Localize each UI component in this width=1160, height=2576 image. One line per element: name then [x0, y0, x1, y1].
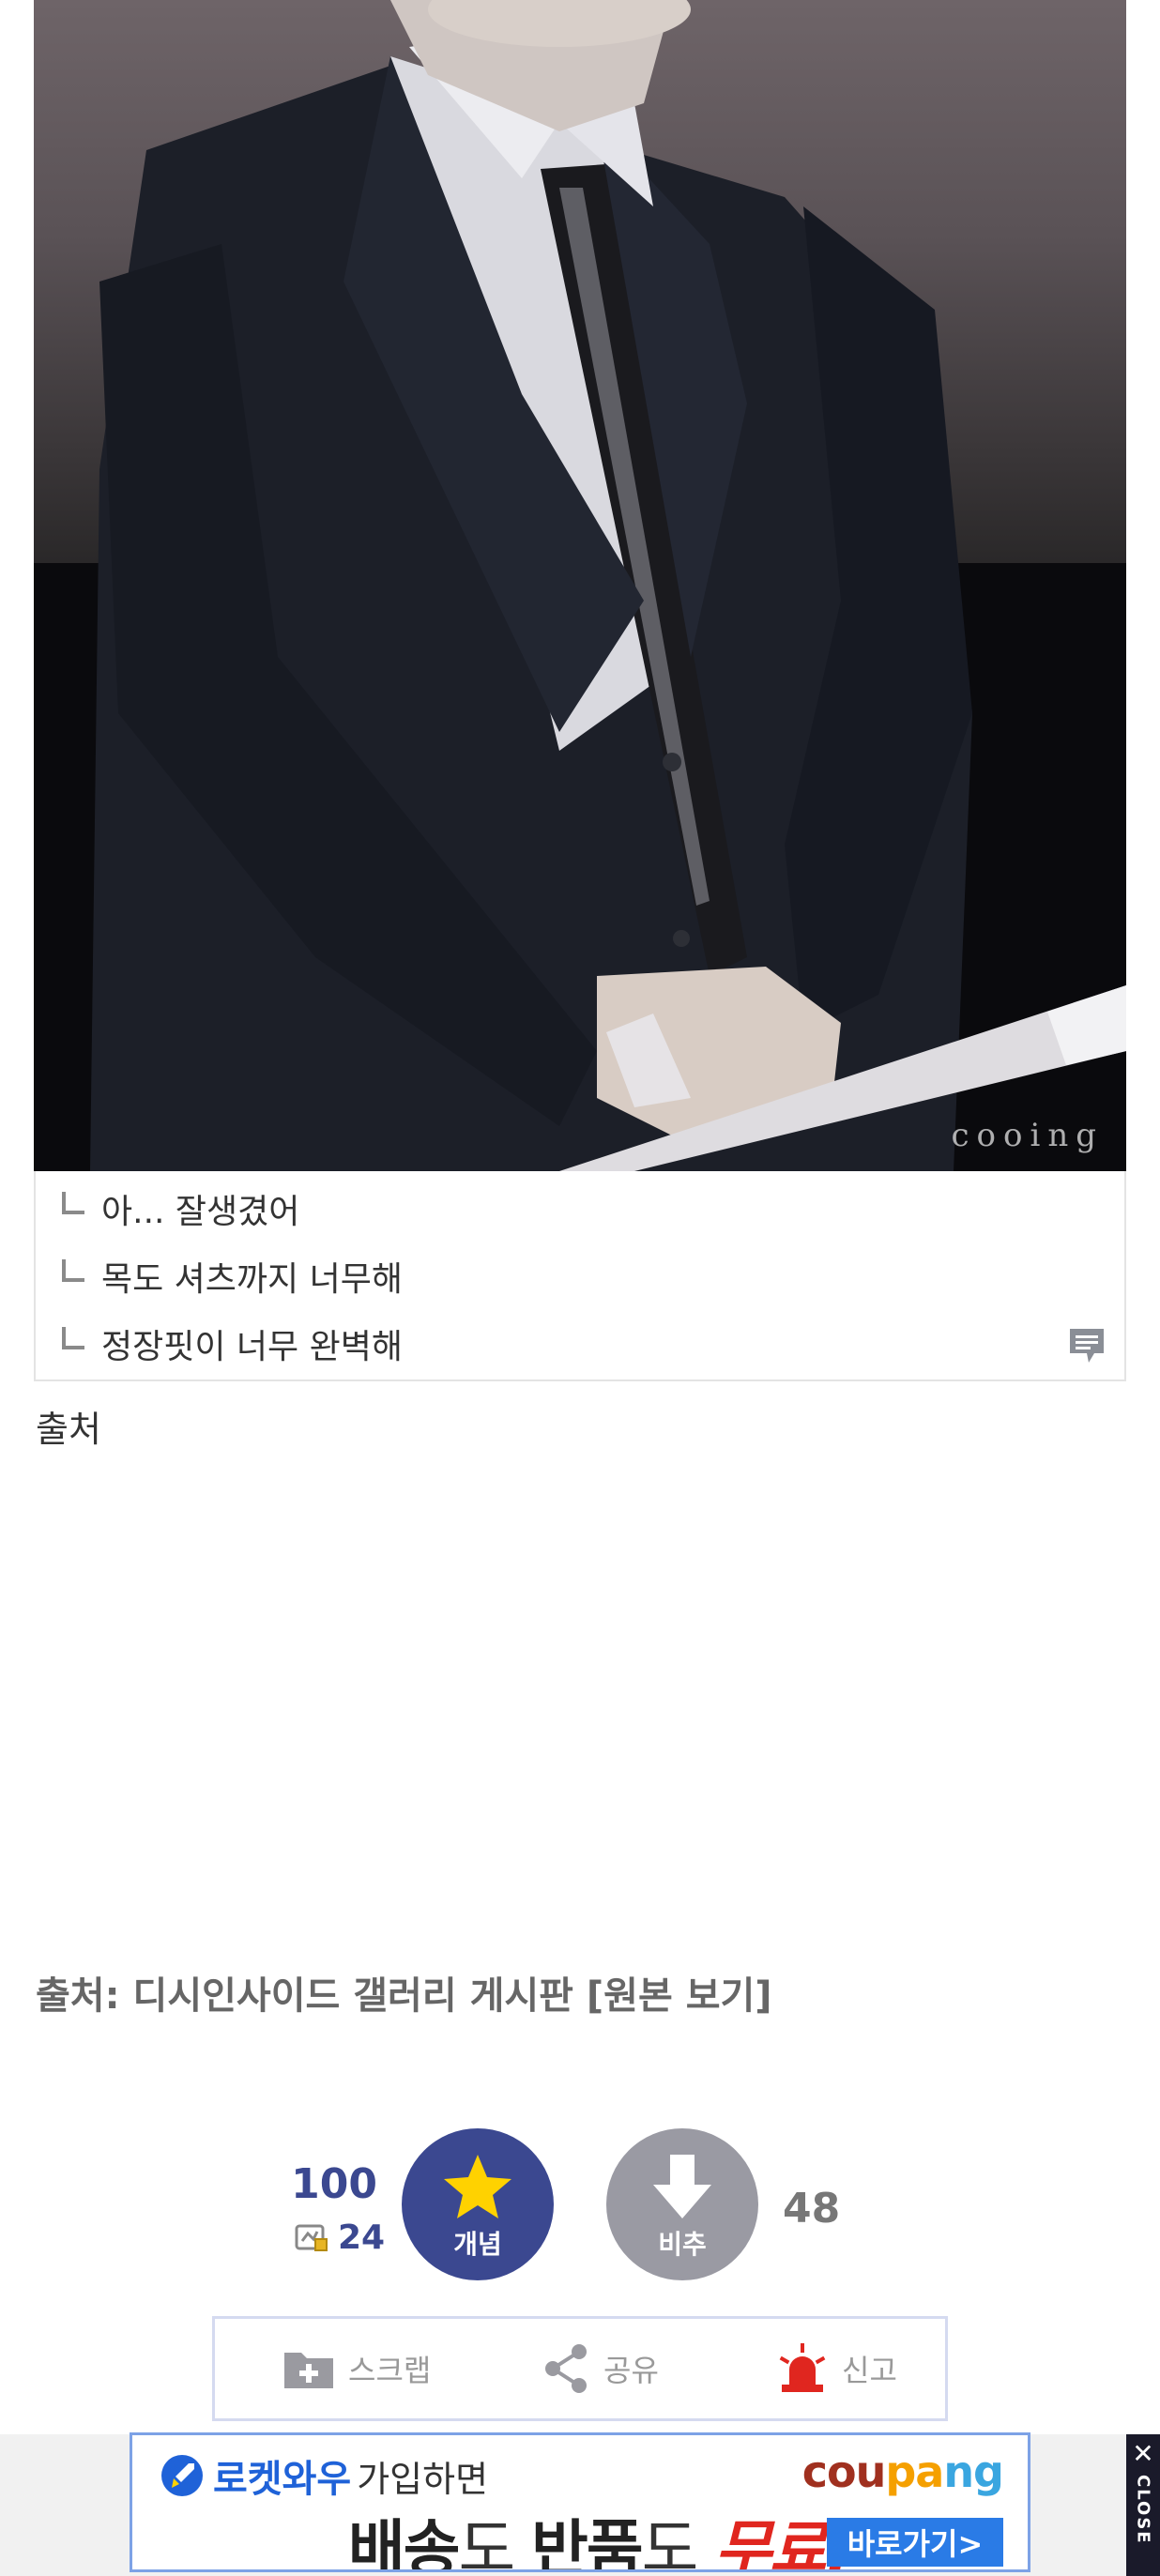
- arrow-down-icon: [653, 2155, 711, 2218]
- ad-brand-part: pa: [885, 2446, 944, 2497]
- suit-figure-illustration: [34, 0, 1126, 1171]
- comment-text: 아... 잘생겼어: [101, 1193, 300, 1231]
- comment-preview[interactable]: 아... 잘생겼어 목도 셔츠까지 너무해 정장핏이 너무 완벽해: [34, 1171, 1126, 1381]
- upvote-button[interactable]: 개념: [402, 2128, 554, 2280]
- fixed-reply-count: 24: [295, 2218, 385, 2257]
- comment-text: 목도 셔츠까지 너무해: [101, 1260, 403, 1299]
- downvote-count: 48: [783, 2185, 841, 2233]
- ad-banner[interactable]: 로켓와우 가입하면 coupang 배송도 반품도 무료! 바로가기>: [130, 2432, 1030, 2572]
- report-button[interactable]: 신고: [776, 2319, 897, 2418]
- ad-main-part: 배송: [348, 2513, 460, 2572]
- ad-main-part: 도: [458, 2513, 532, 2572]
- close-icon: ✕: [1132, 2438, 1154, 2469]
- post-action-bar: 스크랩 공유 신고: [212, 2316, 948, 2421]
- comment-bubble-icon[interactable]: [1066, 1325, 1107, 1366]
- downvote-button[interactable]: 비추: [606, 2128, 758, 2280]
- scrap-label: 스크랩: [348, 2353, 432, 2388]
- watermark-text: cooing: [951, 1117, 1104, 1154]
- comment-preview-line[interactable]: 목도 셔츠까지 너무해: [58, 1253, 403, 1300]
- report-label: 신고: [842, 2353, 897, 2388]
- fixed-user-icon: [295, 2224, 328, 2251]
- share-button[interactable]: 공유: [543, 2319, 659, 2418]
- post-body-text: 출처: [36, 1409, 101, 1450]
- reply-arrow-icon: [62, 1259, 84, 1282]
- fixed-reply-number: 24: [338, 2218, 386, 2257]
- ad-join-text: 가입하면: [357, 2458, 489, 2500]
- comment-preview-line[interactable]: 아... 잘생겼어: [58, 1185, 299, 1232]
- ad-cta-button[interactable]: 바로가기>: [827, 2518, 1003, 2567]
- ad-brand-part: cou: [801, 2446, 887, 2497]
- ad-brand-part: ng: [943, 2446, 1004, 2497]
- close-label: CLOSE: [1133, 2475, 1153, 2545]
- ad-brand-logo: coupang: [801, 2446, 1004, 2497]
- upvote-count: 100: [291, 2160, 377, 2208]
- comment-text: 정장핏이 너무 완벽해: [101, 1328, 403, 1366]
- ad-main-part: 반품: [531, 2513, 643, 2572]
- upvote-label: 개념: [453, 2229, 502, 2260]
- folder-plus-icon: [284, 2353, 333, 2388]
- ad-headline: 로켓와우 가입하면: [160, 2448, 488, 2503]
- star-icon: [444, 2155, 511, 2218]
- share-label: 공유: [603, 2353, 659, 2388]
- ad-close-button[interactable]: ✕ CLOSE: [1126, 2434, 1160, 2576]
- rocket-icon: [161, 2455, 203, 2496]
- downvote-label: 비추: [658, 2229, 707, 2260]
- post-image[interactable]: cooing: [34, 0, 1126, 1171]
- reply-arrow-icon: [62, 1327, 84, 1349]
- post-source[interactable]: 출처: 디시인사이드 갤러리 게시판 [원본 보기]: [36, 1965, 772, 2020]
- siren-icon: [779, 2343, 826, 2392]
- scrap-button[interactable]: 스크랩: [282, 2319, 431, 2418]
- ad-main-part: 도: [641, 2513, 715, 2572]
- ad-main-text: 배송도 반품도 무료!: [348, 2499, 853, 2572]
- comment-preview-line[interactable]: 정장핏이 너무 완벽해: [58, 1320, 403, 1367]
- share-icon: [545, 2344, 587, 2393]
- ad-rocket-text: 로켓와우: [213, 2458, 352, 2501]
- reply-arrow-icon: [62, 1192, 84, 1214]
